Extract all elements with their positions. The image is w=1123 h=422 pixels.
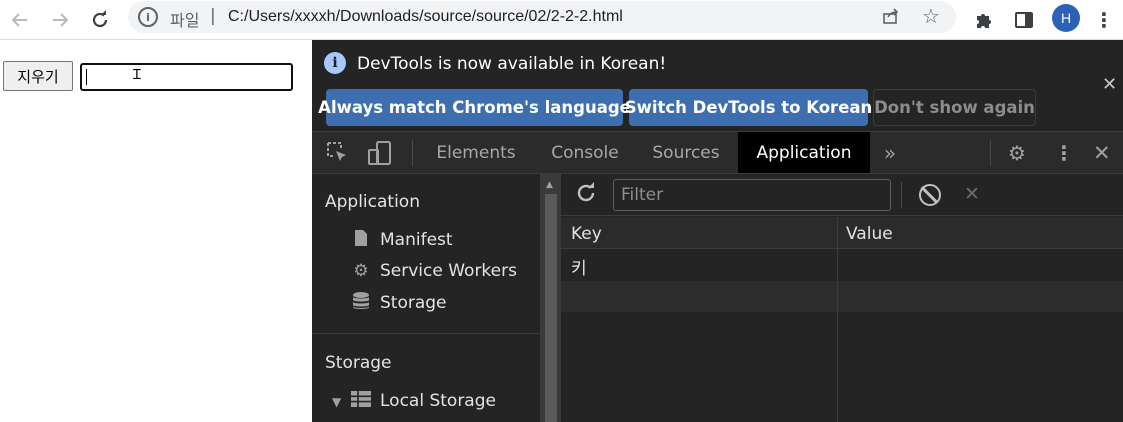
column-divider <box>837 217 838 422</box>
forward-icon[interactable] <box>44 4 76 36</box>
text-input[interactable]: Ɪ <box>80 63 293 91</box>
clear-all-icon[interactable] <box>919 184 941 206</box>
always-match-language-button[interactable]: Always match Chrome's language <box>318 89 631 126</box>
devtools-menu-icon[interactable]: ⋮ <box>1054 141 1074 165</box>
dont-show-again-button[interactable]: Don't show again <box>873 89 1036 126</box>
expand-caret-icon[interactable]: ▼ <box>332 395 341 409</box>
tab-console[interactable]: Console <box>533 132 637 173</box>
toolbar-divider <box>901 182 902 208</box>
devtools-panel: i DevTools is now available in Korean! ✕… <box>312 40 1123 422</box>
scheme-separator: | <box>210 6 216 26</box>
storage-toolbar: ✕ <box>561 174 1123 216</box>
tab-sources[interactable]: Sources <box>643 132 729 173</box>
sidebar-item-service-workers[interactable]: ⚙ Service Workers <box>350 258 517 284</box>
side-panel-icon[interactable] <box>1008 4 1040 36</box>
switch-to-korean-button[interactable]: Switch DevTools to Korean <box>625 89 872 126</box>
sidebar-item-storage[interactable]: Storage <box>350 290 447 316</box>
delete-selected-icon[interactable]: ✕ <box>964 183 980 205</box>
sidebar-scrollbar[interactable]: ▲ <box>541 174 561 422</box>
gear-icon: ⚙ <box>353 261 369 281</box>
table-row[interactable]: 키 <box>561 250 1123 281</box>
back-icon[interactable] <box>4 4 36 36</box>
column-header-value[interactable]: Value <box>846 224 893 244</box>
inspect-element-icon[interactable] <box>326 141 348 168</box>
reload-icon[interactable] <box>84 4 116 36</box>
storage-table: Key Value 키 <box>561 217 1123 422</box>
language-infobar: i DevTools is now available in Korean! ✕… <box>312 40 1123 131</box>
browser-toolbar: i 파일 | C:/Users/xxxxh/Downloads/source/s… <box>0 0 1123 40</box>
sidebar-item-label: Service Workers <box>380 261 517 281</box>
ibeam-cursor-icon: Ɪ <box>133 67 141 83</box>
tab-application[interactable]: Application <box>738 132 870 173</box>
bookmark-star-icon[interactable]: ☆ <box>922 4 940 28</box>
text-caret <box>86 69 87 85</box>
scrollbar-thumb[interactable] <box>545 194 557 422</box>
chrome-menu-icon[interactable]: ⋮ <box>1088 4 1120 36</box>
device-toolbar-icon[interactable] <box>368 141 392 170</box>
close-devtools-icon[interactable]: ✕ <box>1093 141 1111 165</box>
sidebar-heading-application: Application <box>325 192 420 212</box>
site-info-icon[interactable]: i <box>138 7 158 27</box>
tab-elements[interactable]: Elements <box>425 132 527 173</box>
table-grid-icon <box>350 390 372 412</box>
clear-button[interactable]: 지우기 <box>3 61 73 91</box>
column-header-key[interactable]: Key <box>571 224 602 244</box>
scheme-label: 파일 <box>170 11 200 30</box>
settings-gear-icon[interactable]: ⚙ <box>1008 141 1026 165</box>
table-header: Key Value <box>561 217 1123 249</box>
devtools-tabbar: Elements Console Sources Application » ⚙… <box>312 131 1123 174</box>
application-sidebar: Application Manifest ⚙ Service Workers S… <box>312 174 541 422</box>
sidebar-separator <box>312 333 541 334</box>
sidebar-heading-storage: Storage <box>325 353 392 373</box>
sidebar-item-label: Local Storage <box>380 391 496 411</box>
table-row-empty[interactable] <box>561 281 1123 312</box>
sidebar-item-manifest[interactable]: Manifest <box>350 227 453 253</box>
file-icon <box>350 229 372 252</box>
sidebar-item-label: Storage <box>380 293 447 313</box>
filter-input[interactable] <box>613 179 891 211</box>
extensions-puzzle-icon[interactable] <box>968 4 1000 36</box>
profile-avatar[interactable]: H <box>1052 4 1080 32</box>
share-icon[interactable] <box>882 7 900 30</box>
sidebar-item-local-storage[interactable]: Local Storage <box>350 388 496 414</box>
tab-divider <box>990 140 991 166</box>
info-icon: i <box>324 52 346 74</box>
database-icon <box>350 291 372 316</box>
infobar-message: DevTools is now available in Korean! <box>357 54 667 74</box>
url-text[interactable]: C:/Users/xxxxh/Downloads/source/source/0… <box>228 8 623 26</box>
refresh-icon[interactable] <box>575 182 597 209</box>
infobar-close-icon[interactable]: ✕ <box>1102 74 1117 95</box>
cell-key[interactable]: 키 <box>571 254 587 279</box>
storage-view: ✕ Key Value 키 <box>561 174 1123 422</box>
address-bar[interactable]: i 파일 | C:/Users/xxxxh/Downloads/source/s… <box>128 1 956 33</box>
more-tabs-chevron-icon[interactable]: » <box>878 132 902 173</box>
tab-divider <box>412 140 413 166</box>
scroll-up-arrow-icon[interactable]: ▲ <box>546 180 553 190</box>
sidebar-item-label: Manifest <box>380 230 453 250</box>
